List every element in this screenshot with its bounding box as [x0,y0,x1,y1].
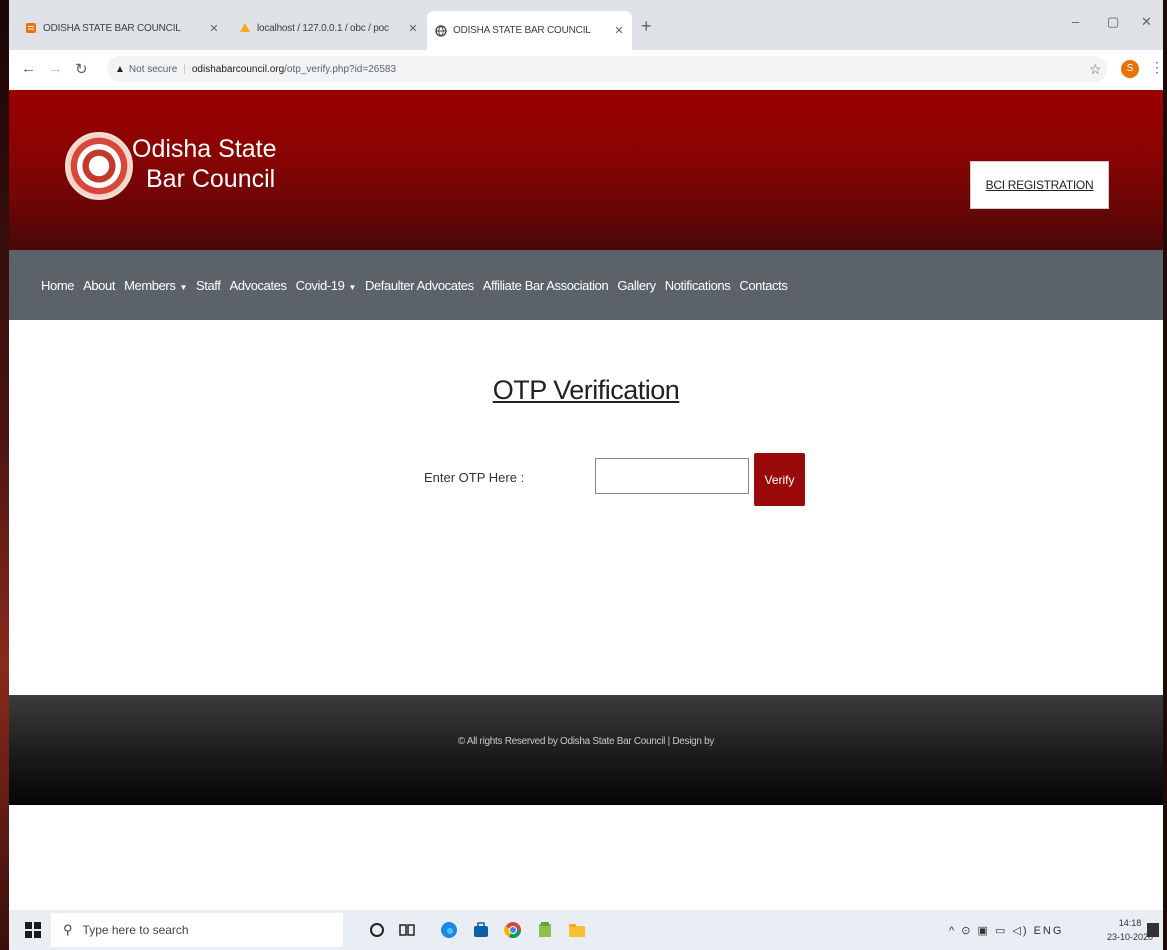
nav-item-affiliate-bar-association[interactable]: Affiliate Bar Association [483,278,609,293]
caret-down-icon: ▼ [179,282,187,292]
taskbar-search-input[interactable]: ⚲ Type here to search [51,913,343,947]
site-header: Odisha State Bar Council BCI REGISTRATIO… [9,90,1163,250]
file-explorer-icon[interactable] [567,920,587,940]
cortana-icon[interactable] [367,920,387,940]
site-name[interactable]: Odisha State Bar Council [132,134,277,194]
nav-item-home[interactable]: Home [41,278,74,293]
site-footer: © All rights Reserved by Odisha State Ba… [9,695,1163,805]
browser-tab-1[interactable]: ODISHA STATE BAR COUNCIL ✕ [17,14,227,42]
url-path: /otp_verify.php?id=26583 [284,63,397,75]
menu-kebab-icon[interactable]: ⋮ [1150,59,1164,76]
close-tab-icon[interactable]: ✕ [207,22,221,35]
otp-input[interactable] [595,458,749,494]
notification-icon[interactable] [1147,923,1159,937]
security-label: Not secure [128,63,178,75]
site-name-line2: Bar Council [146,165,276,193]
task-view-icon[interactable] [397,920,417,940]
nav-item-gallery[interactable]: Gallery [617,278,656,293]
reload-icon[interactable]: ↻ [75,60,88,78]
caret-down-icon: ▼ [348,282,356,292]
site-name-line1: Odisha State [132,135,277,163]
tray-icons[interactable]: ⊙ ▣ ▭ ◁) [961,925,1028,937]
page-title: OTP Verification [492,375,680,405]
windows-taskbar: ⚲ Type here to search ^ ⊙ ▣ ▭ ◁) ENG 14:… [9,910,1163,950]
footer-copyright: © All rights Reserved by Odisha State Ba… [9,736,1163,747]
tab-title: localhost / 127.0.0.1 / obc / poc [257,22,389,34]
nav-item-label: Members [124,277,176,293]
photo-frame-left [0,0,9,950]
language-indicator[interactable]: ENG [1034,925,1064,937]
close-window-button[interactable]: ✕ [1141,14,1152,30]
url-domain: odishabarcouncil.org [191,63,285,75]
edge-browser-icon[interactable] [439,920,459,940]
windows-start-icon[interactable] [25,922,41,938]
nav-item-staff[interactable]: Staff [196,278,221,293]
bci-registration-button[interactable]: BCI REGISTRATION [970,161,1109,209]
new-tab-button[interactable]: + [641,16,652,37]
nav-item-defaulter-advocates[interactable]: Defaulter Advocates [365,278,474,293]
close-tab-icon[interactable]: ✕ [406,22,420,35]
profile-avatar[interactable]: S [1121,60,1139,78]
chrome-icon[interactable] [503,920,523,940]
browser-tab-strip: ODISHA STATE BAR COUNCIL ✕ localhost / 1… [9,0,1163,50]
sticky-notes-icon[interactable] [535,920,555,940]
browser-tab-3-active[interactable]: ODISHA STATE BAR COUNCIL ✕ [427,11,632,50]
nav-item-label: Covid-19 [295,277,345,293]
forward-arrow-icon[interactable]: → [48,60,63,77]
browser-tab-2[interactable]: localhost / 127.0.0.1 / obc / poc ✕ [231,14,426,42]
verify-button[interactable]: Verify [754,453,805,506]
minimize-button[interactable]: – [1072,14,1079,29]
screen: ODISHA STATE BAR COUNCIL ✕ localhost / 1… [9,0,1164,950]
browser-toolbar: ← → ↻ ▲ Not secure | odishabarcouncil.or… [9,50,1164,91]
tab-title: ODISHA STATE BAR COUNCIL [453,25,591,36]
nav-item-about[interactable]: About [83,278,115,293]
nav-item-members[interactable]: Members ▼ [124,278,187,293]
close-tab-icon[interactable]: ✕ [612,24,626,37]
footer-text: © All rights Reserved by Odisha State Ba… [457,736,715,747]
nav-item-covid19[interactable]: Covid-19 ▼ [295,277,357,293]
nav-item-notifications[interactable]: Notifications [665,278,731,293]
store-icon[interactable] [471,920,491,940]
search-icon: ⚲ [63,922,73,937]
warning-icon: ▲ [115,63,125,75]
nav-item-contacts[interactable]: Contacts [739,278,788,293]
address-bar[interactable]: ▲ Not secure | odishabarcouncil.org /otp… [107,56,1107,82]
globe-icon [435,24,447,37]
nav-item-advocates[interactable]: Advocates [230,278,288,293]
bookmark-star-icon[interactable]: ☆ [1089,61,1102,78]
url-separator: | [183,63,186,75]
council-emblem-logo[interactable] [65,132,133,200]
maximize-button[interactable]: ▢ [1107,14,1119,30]
tab-title: ODISHA STATE BAR COUNCIL [43,22,181,34]
main-nav: Home About Members ▼ Staff Advocates Covi… [9,250,1163,320]
document-tab-icon [26,23,36,33]
system-tray[interactable]: ^ ⊙ ▣ ▭ ◁) ENG [949,924,1063,937]
back-arrow-icon[interactable]: ← [21,60,36,77]
photo-frame-right [1163,0,1167,950]
phpmyadmin-icon [240,23,250,32]
otp-field-label: Enter OTP Here : [424,470,525,485]
tray-chevron-icon[interactable]: ^ [949,925,956,937]
taskbar-search-placeholder: Type here to search [82,923,189,937]
